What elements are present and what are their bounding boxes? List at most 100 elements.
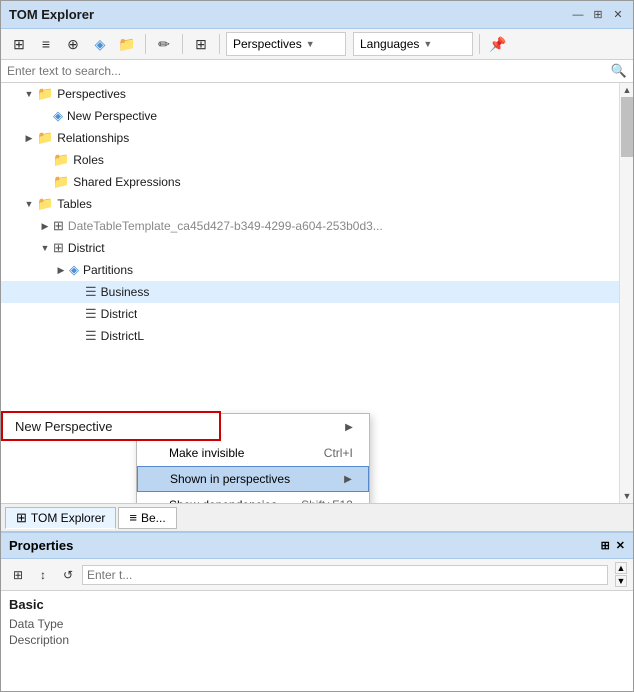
label-roles: Roles	[73, 153, 104, 167]
perspectives-dropdown-label: Perspectives	[233, 37, 302, 51]
menu-label-show-dependencies: Show dependencies	[169, 498, 277, 503]
expand-tables[interactable]: ▼	[21, 196, 37, 212]
minimize-button[interactable]: —	[571, 8, 585, 22]
toolbar-btn-7[interactable]: ⊞	[189, 32, 213, 56]
table-icon-dt: ⊞	[53, 218, 64, 234]
properties-title-label: Properties	[9, 538, 73, 553]
tree-item-date-table[interactable]: ▶ ⊞ DateTableTemplate_ca45d427-b349-4299…	[1, 215, 633, 237]
prop-key-description: Description	[9, 633, 109, 647]
search-bar: 🔍	[1, 60, 633, 83]
tree-item-new-perspective[interactable]: ▶ ◈ New Perspective	[1, 105, 633, 127]
prop-section-basic: Basic	[9, 597, 625, 612]
toolbar-btn-1[interactable]: ⊞	[7, 32, 31, 56]
new-perspective-row-label: New Perspective	[3, 419, 113, 434]
tree-item-business[interactable]: ☰ Business	[1, 281, 633, 303]
tab-tom-explorer[interactable]: ⊞ TOM Explorer	[5, 507, 116, 529]
label-district: District	[68, 241, 105, 255]
properties-body: Basic Data Type Description	[1, 591, 633, 654]
label-business: Business	[101, 285, 150, 299]
expand-relationships[interactable]: ▶	[21, 130, 37, 146]
table-icon-district: ⊞	[53, 240, 64, 256]
search-input[interactable]	[7, 64, 607, 78]
tree-item-districtl[interactable]: ☰ DistrictL	[1, 325, 633, 347]
col-icon-district: ☰	[85, 306, 97, 322]
gear-icon-np: ◈	[53, 108, 63, 124]
languages-dropdown[interactable]: Languages ▼	[353, 32, 473, 56]
properties-title-bar: Properties ⊞ ✕	[1, 533, 633, 559]
separator-1	[145, 34, 146, 54]
scroll-track	[620, 97, 633, 489]
languages-dropdown-arrow: ▼	[423, 39, 432, 49]
scroll-down-btn[interactable]: ▼	[620, 489, 633, 503]
properties-pin-btn[interactable]: ⊞	[601, 539, 610, 552]
tab-be[interactable]: ≡ Be...	[118, 507, 176, 529]
prop-btn-refresh[interactable]: ↺	[57, 564, 79, 586]
toolbar-btn-4[interactable]: ◈	[88, 32, 112, 56]
context-menu-overlay: New Perspective Create ▶ Make invisible …	[136, 413, 370, 503]
menu-label-shown-in-perspectives: Shown in perspectives	[170, 472, 290, 486]
toolbar-btn-5[interactable]: 📁	[115, 32, 139, 56]
prop-scroll-up[interactable]: ▲	[615, 562, 627, 574]
toolbar-btn-2[interactable]: ≡	[34, 32, 58, 56]
title-bar-buttons: — ⊞ ✕	[571, 8, 625, 22]
tree-item-district[interactable]: ▼ ⊞ District	[1, 237, 633, 259]
properties-close-btn[interactable]: ✕	[616, 539, 625, 552]
tom-explorer-window: TOM Explorer — ⊞ ✕ ⊞ ≡ ⊕ ◈ 📁 ✏ ⊞ Perspec…	[0, 0, 634, 692]
tree-item-partitions[interactable]: ▶ ◈ Partitions	[1, 259, 633, 281]
pin-button[interactable]: ⊞	[591, 8, 605, 22]
menu-arrow-create: ▶	[345, 422, 353, 433]
window-title: TOM Explorer	[9, 7, 94, 22]
label-tables: Tables	[57, 197, 92, 211]
prop-key-data-type: Data Type	[9, 617, 109, 631]
tree-item-perspectives[interactable]: ▼ 📁 Perspectives	[1, 83, 633, 105]
new-perspective-highlighted-row[interactable]: New Perspective	[1, 411, 221, 441]
folder-icon-rel: 📁	[37, 130, 53, 146]
label-shared-expressions: Shared Expressions	[73, 175, 180, 189]
label-perspectives: Perspectives	[57, 87, 126, 101]
menu-item-shown-in-perspectives[interactable]: Shown in perspectives ▶	[137, 466, 369, 492]
tree-item-tables[interactable]: ▼ 📁 Tables	[1, 193, 633, 215]
prop-btn-grid[interactable]: ⊞	[7, 564, 29, 586]
col-icon-districtl: ☰	[85, 328, 97, 344]
prop-row-description: Description	[9, 632, 625, 648]
tree-scrollbar[interactable]: ▲ ▼	[619, 83, 633, 503]
bottom-tabs: ⊞ TOM Explorer ≡ Be...	[1, 503, 633, 531]
prop-scroll-btns: ▲ ▼	[615, 562, 627, 587]
scroll-thumb[interactable]	[621, 97, 633, 157]
separator-4	[479, 34, 480, 54]
label-new-perspective: New Perspective	[67, 109, 157, 123]
expand-dt[interactable]: ▶	[37, 218, 53, 234]
prop-scroll-down[interactable]: ▼	[615, 575, 627, 587]
search-icon: 🔍	[611, 63, 627, 79]
menu-item-make-invisible[interactable]: Make invisible Ctrl+I	[137, 440, 369, 466]
folder-icon-tables: 📁	[37, 196, 53, 212]
tree-item-shared-expressions[interactable]: 📁 Shared Expressions	[1, 171, 633, 193]
expand-district[interactable]: ▼	[37, 240, 53, 256]
tree-item-district-col[interactable]: ☰ District	[1, 303, 633, 325]
tab-label-be: Be...	[141, 511, 166, 525]
menu-label-make-invisible: Make invisible	[169, 446, 244, 460]
toolbar-btn-3[interactable]: ⊕	[61, 32, 85, 56]
prop-search-input[interactable]	[82, 565, 608, 585]
tab-icon-tom: ⊞	[16, 510, 27, 526]
expand-perspectives[interactable]: ▼	[21, 86, 37, 102]
tree-scroll: ▼ 📁 Perspectives ▶ ◈ New Perspective ▶ 📁…	[1, 83, 633, 503]
menu-item-show-dependencies[interactable]: Show dependencies Shift+F12	[137, 492, 369, 503]
separator-3	[219, 34, 220, 54]
folder-icon-se: 📁	[53, 174, 69, 190]
prop-btn-sort[interactable]: ↕	[32, 564, 54, 586]
scroll-up-btn[interactable]: ▲	[620, 83, 633, 97]
properties-toolbar: ⊞ ↕ ↺ ▲ ▼	[1, 559, 633, 591]
toolbar-btn-6[interactable]: ✏	[152, 32, 176, 56]
perspectives-dropdown-arrow: ▼	[306, 39, 315, 49]
tab-label-tom: TOM Explorer	[31, 511, 105, 525]
menu-shortcut-make-invisible: Ctrl+I	[324, 446, 353, 460]
pin-toolbar-button[interactable]: 📌	[486, 32, 510, 56]
tree-item-relationships[interactable]: ▶ 📁 Relationships	[1, 127, 633, 149]
expand-partitions[interactable]: ▶	[53, 262, 69, 278]
perspectives-dropdown[interactable]: Perspectives ▼	[226, 32, 346, 56]
close-button[interactable]: ✕	[611, 8, 625, 22]
title-bar: TOM Explorer — ⊞ ✕	[1, 1, 633, 29]
tree-item-roles[interactable]: 📁 Roles	[1, 149, 633, 171]
label-relationships: Relationships	[57, 131, 129, 145]
